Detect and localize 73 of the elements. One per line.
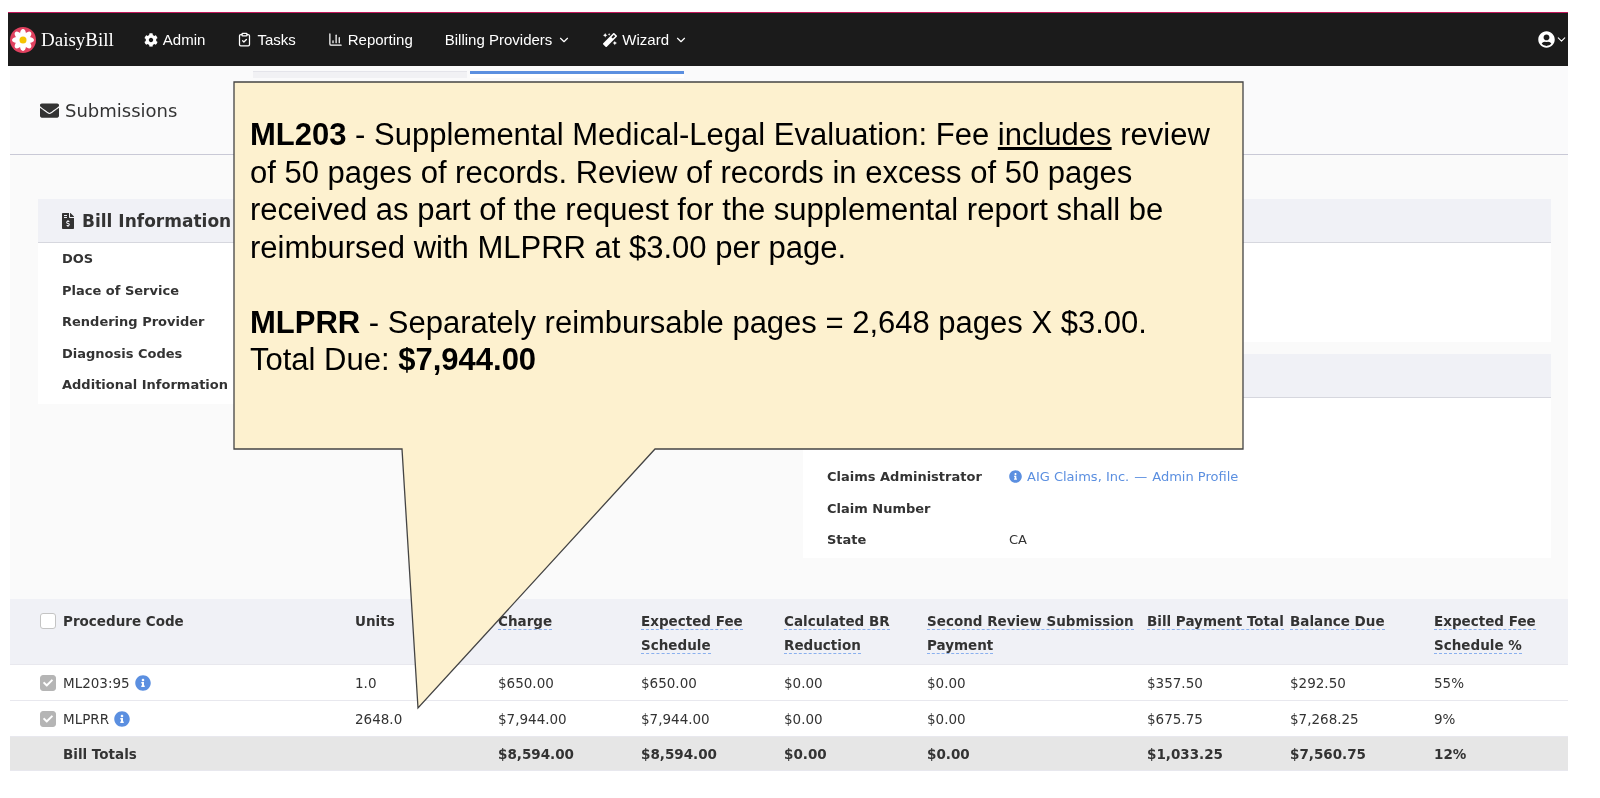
column-header: Balance Due [1290,612,1385,632]
field-label: DOS [62,251,95,267]
invoice-icon [60,212,76,229]
table-cell-text: $7,560.75 [1290,745,1367,762]
table-cell-text: $0.00 [927,710,967,727]
brand-name: DaisyBill [41,28,114,51]
column-header: Second Review Submission Payment [927,612,1135,656]
separator: — [1134,469,1148,485]
table-cell-text: 1.0 [355,674,378,691]
field-label: Rendering Provider [62,314,206,330]
panel-title: Bill Information [82,210,232,231]
clipboard-icon [237,32,253,47]
table-cell: ML203:95 [63,674,130,691]
table-cell-text: $7,944.00 [641,710,711,727]
column-header: Bill Payment Total [1147,612,1284,632]
table-cell-text: 12% [1434,745,1468,762]
table-cell-text: $357.50 [1147,674,1204,691]
info-icon [134,674,151,691]
table-cell-text: $7,268.25 [1290,710,1360,727]
table-cell-text: Bill Totals [63,745,138,762]
table-cell-text: $7,944.00 [498,710,568,727]
table-cell-text: $650.00 [498,674,555,691]
table-cell-text: 9% [1434,710,1457,727]
field-label: Claims Administrator [827,469,983,485]
nav-item[interactable]: Reporting [311,31,429,48]
field-label: State [827,532,868,548]
table-cell: MLPRR [63,710,110,727]
nav-item[interactable]: Tasks [221,31,312,48]
table-cell-text: 55% [1434,674,1465,691]
table-cell-text: $0.00 [784,710,824,727]
field-value: CA [1009,532,1027,548]
checkbox[interactable] [40,674,56,691]
table-cell-text: $0.00 [784,674,824,691]
table-cell-text: $1,033.25 [1147,745,1224,762]
nav-item[interactable]: Admin [127,31,222,48]
table-cell-text: 2648.0 [355,710,404,727]
column-header: Units [355,612,395,631]
field-label: Diagnosis Codes [62,345,184,361]
table-cell-text: $0.00 [784,745,828,762]
column-header: Expected Fee Schedule % [1434,612,1537,656]
callout-paragraph: ML203 - Supplemental Medical-Legal Evaluation: Fee includes review of 50 pages of records. Review of records in excess of 50 pages received as part of the request for the supplemental report shall be reimbursed with MLPRR at $3.00 per page. [250,116,1210,266]
column-header: Expected Fee Schedule [641,612,744,656]
column-header: Procedure Code [63,612,184,631]
info-icon [1009,470,1022,484]
field-label: Claim Number [827,500,932,516]
flower-logo-icon [10,26,36,53]
table-cell-text: $8,594.00 [498,745,575,762]
field-label: Place of Service [62,282,180,298]
nav-item[interactable]: Billing Providers [428,31,588,48]
table-cell-text: $8,594.00 [641,745,718,762]
envelope-icon [40,100,59,120]
tab[interactable] [470,71,684,78]
info-icon [114,710,131,727]
checkbox[interactable] [40,613,56,629]
wand-icon [603,32,618,47]
gear-icon [143,32,158,47]
table-cell-text: $292.50 [1290,674,1347,691]
table-cell-text: $0.00 [927,745,971,762]
brand-logo[interactable]: DaisyBill [10,26,114,53]
page-title: Submissions [65,99,178,121]
user-menu[interactable] [1538,31,1568,48]
column-header: Calculated BR Reduction [784,612,891,656]
check-icon [43,677,53,688]
check-icon [43,713,53,724]
user-icon [1538,31,1555,48]
checkbox[interactable] [40,710,56,727]
bar-chart-icon [327,32,343,47]
callout-paragraph: MLPRR - Separately reimbursable pages = 2,648 pages X $3.00. Total Due: $7,944.00 [250,303,1148,379]
table-cell-text: $650.00 [641,674,698,691]
table-cell-text: $0.00 [927,674,967,691]
nav-item[interactable]: Wizard [587,31,704,48]
table-cell-text: $675.75 [1147,710,1204,727]
field-label: Additional Information [62,377,229,393]
